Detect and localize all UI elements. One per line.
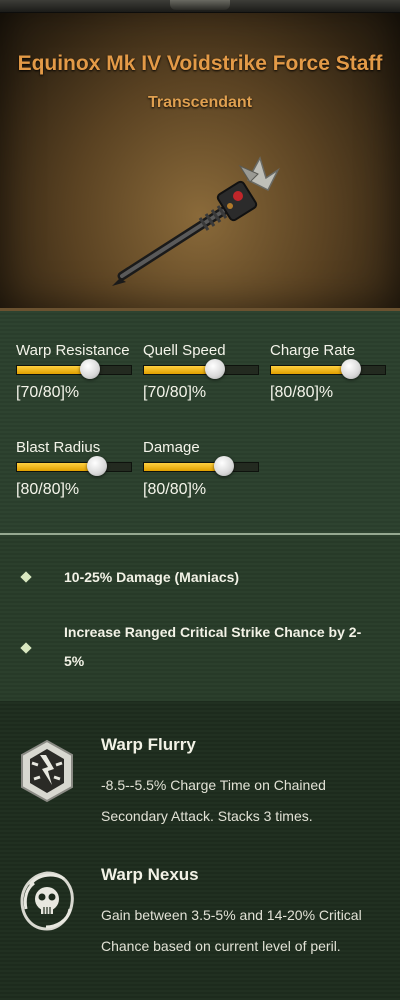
stat-bar-knob — [204, 359, 225, 379]
talent-description: Gain between 3.5-5% and 14-20% Critical … — [101, 907, 362, 954]
stat-bar — [16, 359, 132, 379]
perk-text: Increase Ranged Critical Strike Chance b… — [64, 624, 362, 669]
stat-bar-knob — [86, 456, 107, 476]
item-rarity: Transcendant — [147, 94, 253, 111]
item-header: Equinox Mk IV Voidstrike Force Staff Tra… — [0, 0, 400, 311]
item-title: Equinox Mk IV Voidstrike Force Staff — [17, 52, 383, 75]
talent-description: -8.5--5.5% Charge Time on Chained Second… — [101, 777, 326, 824]
stat-bar-knob — [79, 359, 100, 379]
stat-bar — [16, 456, 132, 476]
stat-value: [80/80]% — [270, 384, 334, 401]
stat-value: [80/80]% — [16, 481, 80, 498]
stat-bar-fill — [271, 366, 351, 374]
stat-bar — [143, 456, 259, 476]
talents-panel: Warp Flurry -8.5--5.5% Charge Time on Ch… — [0, 701, 400, 1000]
stat-value: [70/80]% — [143, 384, 207, 401]
stat-label: Damage — [143, 439, 200, 456]
stat-quell-speed: Quell Speed [70/80]% — [143, 311, 261, 401]
diamond-bullet-icon — [20, 642, 32, 654]
stat-blast-radius: Blast Radius [80/80]% — [16, 408, 134, 498]
warp-flurry-icon — [21, 739, 73, 803]
perks-panel: 10-25% Damage (Maniacs) Increase Ranged … — [0, 535, 400, 701]
talent-name: Warp Nexus — [101, 865, 199, 884]
stat-bar-knob — [213, 456, 234, 476]
stat-bar-knob — [340, 359, 361, 379]
stat-label: Warp Resistance — [16, 342, 130, 359]
stat-bar-fill — [17, 463, 97, 471]
diamond-bullet-icon — [20, 571, 32, 583]
stats-panel: Warp Resistance [70/80]% Quell Speed [70… — [0, 311, 400, 535]
stat-warp-resistance: Warp Resistance [70/80]% — [16, 311, 134, 401]
perk-text: 10-25% Damage (Maniacs) — [64, 569, 240, 585]
stat-value: [80/80]% — [143, 481, 207, 498]
stat-value: [70/80]% — [16, 384, 80, 401]
talent-name: Warp Flurry — [101, 735, 196, 754]
stat-bar-fill — [17, 366, 90, 374]
force-staff-image — [112, 156, 280, 286]
stat-bar — [270, 359, 386, 379]
stat-label: Quell Speed — [143, 342, 226, 359]
stat-label: Blast Radius — [16, 439, 101, 456]
crest-ornament — [170, 0, 230, 10]
stat-bar-fill — [144, 463, 224, 471]
warp-nexus-icon — [20, 871, 74, 931]
stat-label: Charge Rate — [270, 342, 356, 359]
stat-damage: Damage [80/80]% — [143, 408, 261, 498]
stat-charge-rate: Charge Rate [80/80]% — [270, 311, 388, 401]
item-card: Equinox Mk IV Voidstrike Force Staff Tra… — [0, 0, 400, 1000]
top-ornament — [0, 0, 400, 13]
stat-bar — [143, 359, 259, 379]
